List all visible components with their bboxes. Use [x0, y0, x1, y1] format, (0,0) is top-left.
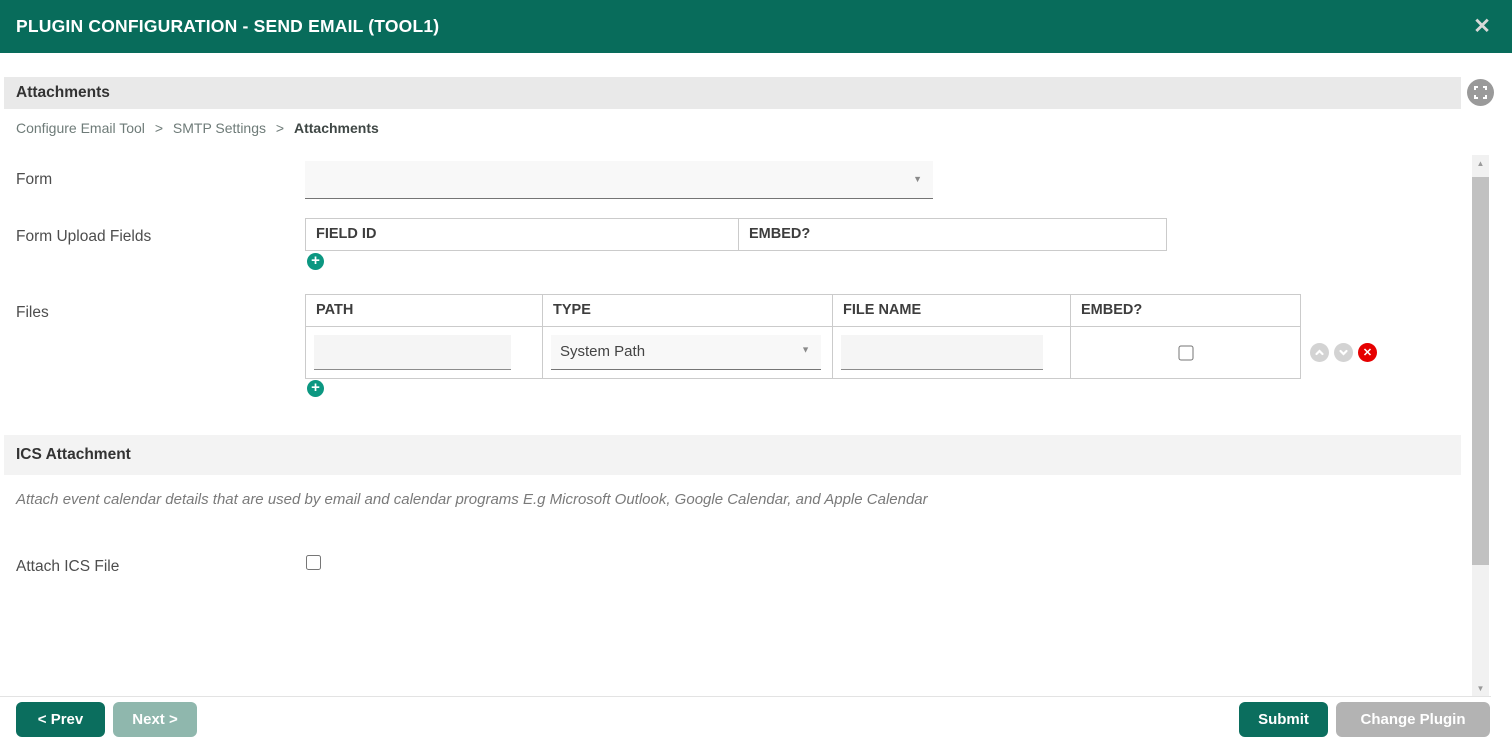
file-name-cell [832, 326, 1070, 378]
files-label: Files [16, 304, 49, 321]
breadcrumb-separator: > [275, 120, 285, 136]
ics-section-title: ICS Attachment [16, 446, 131, 463]
form-field-label: Form [16, 171, 53, 188]
form-upload-fields-label: Form Upload Fields [16, 228, 152, 245]
scroll-down-icon[interactable]: ▼ [1472, 680, 1489, 697]
embed-cell [1070, 326, 1300, 378]
files-row-controls: ✕ [1310, 343, 1377, 362]
ics-section-bar: ICS Attachment [4, 435, 1461, 475]
submit-button[interactable]: Submit [1239, 702, 1328, 737]
form-upload-fields-table: FIELD ID EMBED? [305, 218, 1167, 251]
scrollbar-thumb[interactable] [1472, 177, 1489, 565]
file-name-input[interactable] [841, 335, 1043, 370]
attachments-section-bar: Attachments [4, 77, 1461, 109]
ics-description: Attach event calendar details that are u… [16, 491, 928, 508]
breadcrumb: Configure Email Tool > SMTP Settings > A… [16, 120, 379, 136]
dialog-titlebar: PLUGIN CONFIGURATION - SEND EMAIL (TOOL1… [0, 0, 1512, 53]
column-header-embed: EMBED? [738, 219, 1166, 250]
dialog-title: PLUGIN CONFIGURATION - SEND EMAIL (TOOL1… [16, 16, 440, 36]
embed-checkbox[interactable] [1178, 345, 1193, 360]
attachments-section-title: Attachments [16, 84, 110, 101]
vertical-scrollbar[interactable]: ▲ ▼ [1472, 155, 1489, 697]
attach-ics-file-checkbox[interactable] [306, 555, 321, 570]
files-table: PATH TYPE FILE NAME EMBED? System Path ▼ [305, 294, 1301, 379]
path-cell [306, 326, 542, 378]
column-header-type: TYPE [542, 295, 832, 326]
scroll-up-icon[interactable]: ▲ [1472, 155, 1489, 172]
type-cell: System Path ▼ [542, 326, 832, 378]
breadcrumb-item-smtp-settings[interactable]: SMTP Settings [173, 120, 266, 136]
footer-divider [0, 696, 1491, 697]
change-plugin-button[interactable]: Change Plugin [1336, 702, 1490, 737]
breadcrumb-item-attachments: Attachments [293, 120, 379, 136]
type-select[interactable]: System Path ▼ [551, 335, 821, 370]
move-row-up-button[interactable] [1310, 343, 1329, 362]
chevron-up-icon [1315, 349, 1324, 356]
chevron-down-icon [1339, 349, 1348, 356]
expand-icon [1474, 86, 1487, 99]
path-input[interactable] [314, 335, 511, 370]
column-header-embed: EMBED? [1070, 295, 1300, 326]
prev-button[interactable]: < Prev [16, 702, 105, 737]
column-header-file-name: FILE NAME [832, 295, 1070, 326]
files-table-row: System Path ▼ [306, 326, 1300, 378]
table-header-row: PATH TYPE FILE NAME EMBED? [306, 295, 1300, 326]
chevron-down-icon: ▼ [913, 173, 922, 184]
expand-button[interactable] [1467, 79, 1494, 106]
form-select[interactable]: ▼ [305, 161, 933, 199]
delete-row-button[interactable]: ✕ [1358, 343, 1377, 362]
close-icon[interactable]: ✕ [1468, 13, 1496, 41]
breadcrumb-separator: > [154, 120, 163, 136]
add-upload-field-button[interactable]: + [307, 253, 324, 270]
breadcrumb-item-configure-email-tool[interactable]: Configure Email Tool [16, 120, 145, 136]
chevron-down-icon: ▼ [801, 344, 810, 355]
column-header-path: PATH [316, 302, 354, 318]
next-button[interactable]: Next > [113, 702, 197, 737]
table-header-row: FIELD ID EMBED? [306, 219, 1166, 250]
type-select-value: System Path [560, 343, 646, 360]
add-file-button[interactable]: + [307, 380, 324, 397]
column-header-field-id: FIELD ID [316, 226, 377, 242]
attach-ics-file-label: Attach ICS File [16, 558, 120, 575]
move-row-down-button[interactable] [1334, 343, 1353, 362]
